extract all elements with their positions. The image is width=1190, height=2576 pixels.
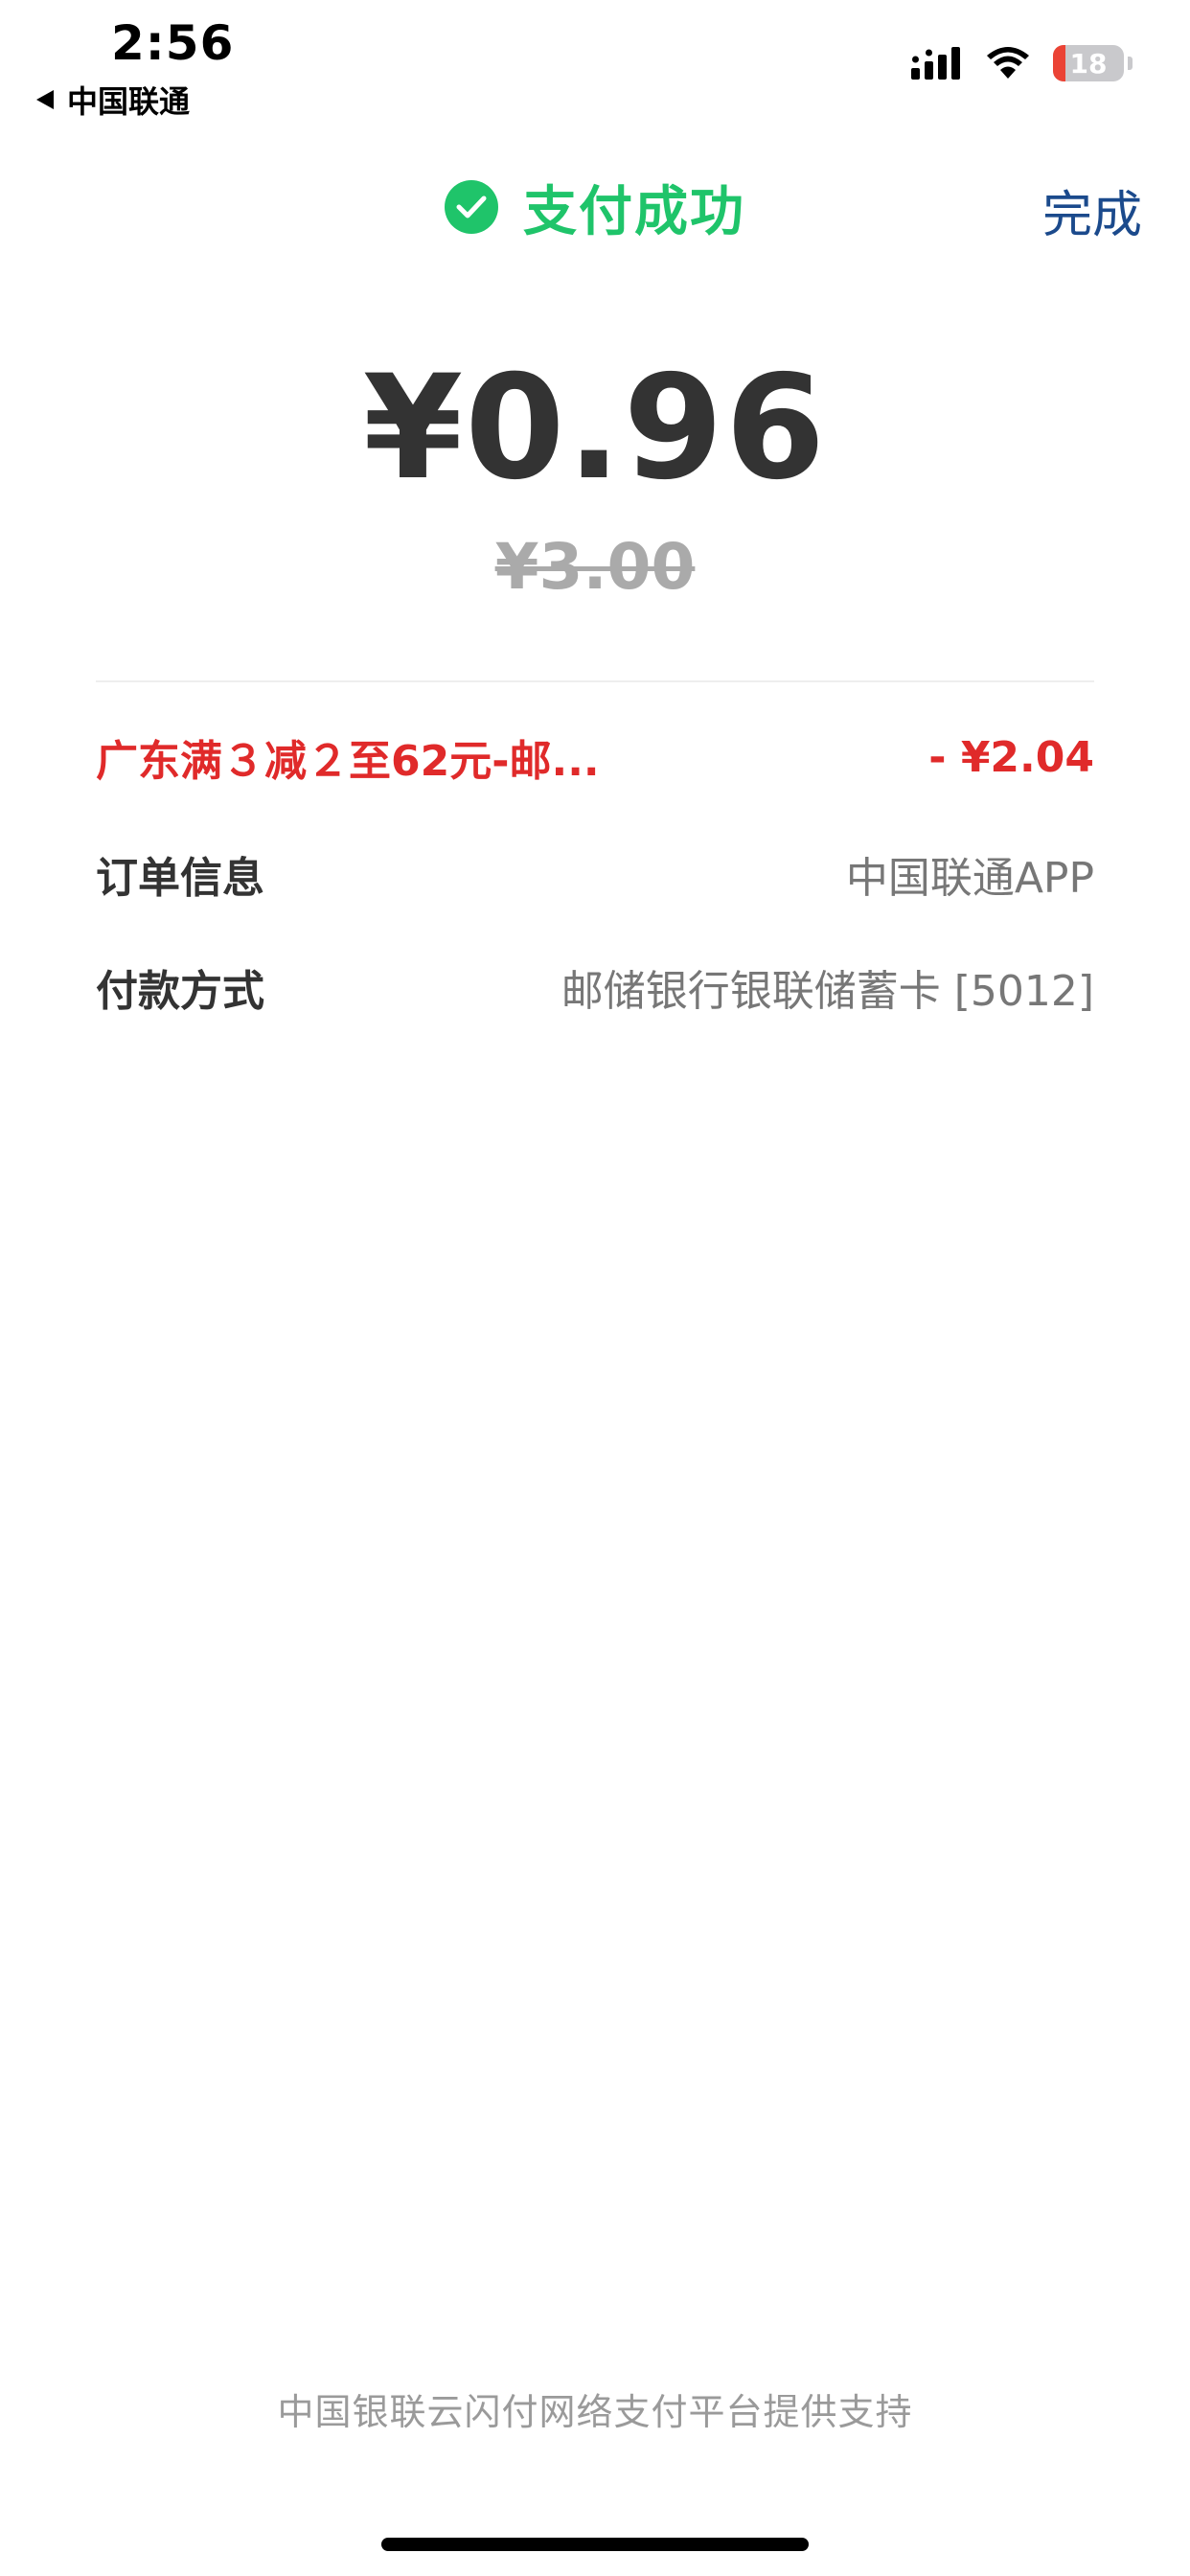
support-footer: 中国银联云闪付网络支付平台提供支持 xyxy=(277,2391,913,2433)
back-arrow-icon xyxy=(36,90,54,109)
divider xyxy=(96,680,1094,682)
home-indicator[interactable] xyxy=(381,2538,809,2551)
order-info-row: 订单信息 中国联通APP xyxy=(96,840,1094,908)
cellular-signal-icon xyxy=(911,47,963,80)
back-to-app-button[interactable]: 中国联通 xyxy=(36,80,191,120)
payment-method-label: 付款方式 xyxy=(96,967,264,1016)
page-title: 支付成功 xyxy=(523,180,745,243)
battery-cap xyxy=(1128,57,1133,70)
discount-row: 广东满３减２至62元-邮... - ¥2.04 xyxy=(96,724,1094,791)
done-button[interactable]: 完成 xyxy=(1042,174,1142,246)
original-amount: ¥3.00 xyxy=(494,530,696,604)
check-circle-icon xyxy=(445,180,498,234)
discount-value: - ¥2.04 xyxy=(928,732,1094,782)
success-header: 支付成功 xyxy=(0,172,1190,243)
wifi-icon xyxy=(986,47,1030,80)
paid-amount: ¥0.96 xyxy=(362,345,828,512)
status-time: 2:56 xyxy=(111,15,235,71)
battery-icon: 18 xyxy=(1053,45,1124,81)
back-app-label: 中国联通 xyxy=(67,83,191,120)
payment-method-value: 邮储银行银联储蓄卡 [5012] xyxy=(561,967,1094,1016)
discount-label: 广东满３减２至62元-邮... xyxy=(96,737,600,786)
order-info-value: 中国联通APP xyxy=(845,854,1094,903)
order-info-label: 订单信息 xyxy=(96,854,264,903)
battery-level: 18 xyxy=(1069,47,1108,80)
status-icons: 18 xyxy=(911,42,1133,84)
payment-method-row: 付款方式 邮储银行银联储蓄卡 [5012] xyxy=(96,954,1094,1021)
